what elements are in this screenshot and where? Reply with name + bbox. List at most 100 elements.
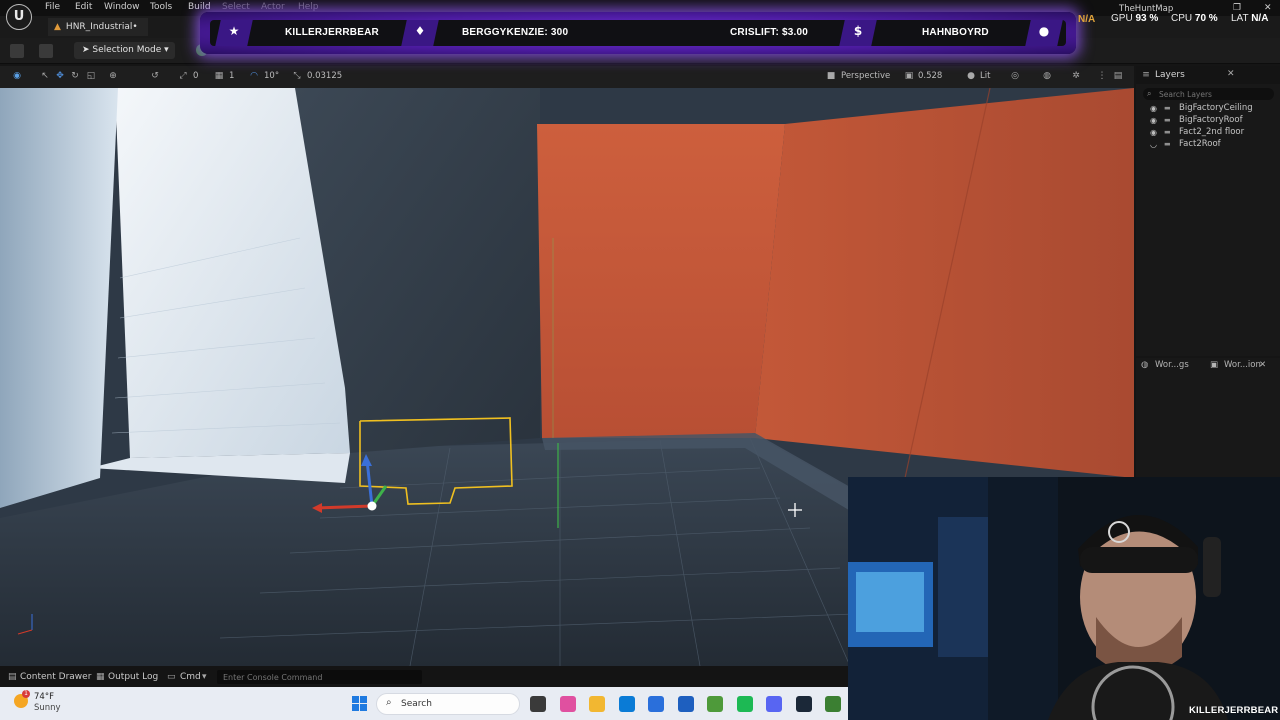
close-window-icon[interactable]: ✕ [1264, 3, 1272, 13]
more-options-icon[interactable]: ⋮ [1097, 71, 1107, 81]
layer-label: BigFactoryRoof [1179, 115, 1243, 125]
unreal-logo-icon[interactable]: U [6, 4, 32, 30]
content-drawer-button[interactable]: Content Drawer [20, 672, 91, 682]
app-icon[interactable] [825, 696, 841, 712]
minecraft-icon[interactable] [707, 696, 723, 712]
angle-snap-value[interactable]: 10° [264, 71, 279, 81]
camera-icon: ■ [826, 71, 836, 81]
settings-gear-icon[interactable]: ✲ [1071, 71, 1081, 81]
surface-snap-icon[interactable]: ↺ [150, 71, 160, 81]
document-tab[interactable]: ▲ HNR_Industrial• [48, 18, 148, 36]
layers-search-box[interactable]: ⌕ [1143, 88, 1274, 100]
view-mode-dropdown[interactable]: Perspective [841, 71, 890, 81]
steam-icon[interactable] [795, 696, 812, 712]
visibility-eye-icon[interactable]: ◉ [1150, 116, 1157, 125]
layer-icon: ▬ [1164, 104, 1171, 112]
grid-size-value[interactable]: 0.03125 [307, 71, 342, 81]
copilot-icon[interactable] [559, 696, 576, 712]
search-icon: ⌕ [386, 697, 392, 708]
close-icon[interactable]: ✕ [1259, 360, 1266, 370]
console-icon: ▭ [167, 672, 176, 682]
camera-speed-value[interactable]: 0.528 [918, 71, 942, 81]
visibility-eye-icon[interactable]: ◉ [1150, 128, 1157, 137]
cmd-dropdown[interactable]: Cmd [180, 672, 201, 682]
menu-tools[interactable]: Tools [150, 2, 172, 12]
world-space-icon[interactable]: ⊕ [108, 71, 118, 81]
hidden-eye-icon[interactable]: ◡ [1150, 140, 1157, 149]
scale-tool-icon[interactable]: ◱ [86, 71, 96, 81]
grid-snap-icon[interactable]: ⤢ [178, 71, 188, 81]
layer-item[interactable]: ◉ ▬ BigFactoryCeiling [1146, 103, 1276, 115]
weather-temperature[interactable]: 74°F [34, 692, 54, 702]
lat-value: N/A [1251, 13, 1269, 24]
layers-title: Layers [1155, 70, 1185, 80]
output-log-button[interactable]: Output Log [108, 672, 158, 682]
layers-icon: ≡ [1142, 70, 1150, 80]
layer-label: Fact2Roof [1179, 139, 1221, 149]
lat-stat: LAT N/A [1231, 13, 1268, 24]
viewport-options-icon[interactable]: ◉ [12, 71, 22, 81]
world-partition-icon: ▣ [1210, 360, 1219, 370]
rotate-tool-icon[interactable]: ↻ [70, 71, 80, 81]
console-command-input[interactable] [217, 670, 422, 684]
menu-edit[interactable]: Edit [75, 2, 92, 12]
show-flags-icon[interactable]: ◎ [1010, 71, 1020, 81]
search-icon: ⌕ [1147, 89, 1152, 98]
dollar-icon: $ [853, 24, 863, 38]
taskbar-search-box[interactable] [376, 693, 520, 715]
chevron-down-icon[interactable]: ▾ [202, 672, 207, 682]
restore-window-icon[interactable]: ❐ [1233, 3, 1241, 13]
star-icon: ★ [228, 24, 240, 38]
select-tool-icon[interactable]: ↖ [40, 71, 50, 81]
banner-top-cheer: BERGGYKENZIE: 300 [462, 27, 569, 38]
output-log-icon: ▦ [96, 672, 105, 682]
layer-icon: ▬ [1164, 140, 1171, 148]
content-browser-icon[interactable] [39, 44, 53, 58]
menu-actor[interactable]: Actor [261, 2, 285, 12]
layer-item[interactable]: ◉ ▬ BigFactoryRoof [1146, 115, 1276, 127]
layer-item[interactable]: ◉ ▬ Fact2_2nd floor [1146, 127, 1276, 139]
realtime-icon[interactable]: ◍ [1042, 71, 1052, 81]
windows-start-icon[interactable] [352, 696, 368, 712]
lat-label: LAT [1231, 13, 1249, 24]
tab-world-partition[interactable]: Wor...ion [1224, 360, 1261, 370]
chevron-down-icon: ▾ [161, 45, 169, 55]
spotify-icon[interactable] [736, 696, 753, 712]
tab-world-settings[interactable]: Wor...gs [1155, 360, 1189, 370]
save-icon[interactable] [10, 44, 24, 58]
stat-left-value: N/A [1078, 14, 1096, 25]
layer-item[interactable]: ◡ ▬ Fact2Roof [1146, 139, 1276, 151]
menu-window[interactable]: Window [104, 2, 140, 12]
lighting-icon: ● [967, 71, 975, 81]
map-name-label: TheHuntMap [1119, 4, 1174, 14]
level-icon: ▲ [54, 22, 61, 32]
task-view-icon[interactable] [530, 696, 546, 712]
discord-icon[interactable] [766, 696, 782, 712]
file-explorer-icon[interactable] [589, 696, 605, 712]
translate-tool-icon[interactable]: ✥ [55, 71, 65, 81]
visibility-eye-icon[interactable]: ◉ [1150, 104, 1157, 113]
grid-size-icon[interactable]: ⤡ [292, 71, 302, 81]
webcam-name-label: KILLERJERRBEAR [1189, 705, 1279, 716]
lighting-mode-dropdown[interactable]: Lit [980, 71, 990, 81]
viewport-toolbar [0, 66, 1134, 88]
console-command-box[interactable] [217, 670, 422, 684]
scale-snap-icon[interactable]: ▦ [214, 71, 224, 81]
layers-search-input[interactable] [1159, 88, 1269, 100]
selection-mode-dropdown[interactable]: ➤ Selection Mode ▾ [74, 42, 175, 59]
menu-build[interactable]: Build [188, 2, 211, 12]
weather-description[interactable]: Sunny [34, 703, 61, 713]
banner-latest-follower: KILLERJERRBEAR [285, 27, 379, 38]
angle-snap-icon[interactable]: ◠ [249, 71, 259, 81]
edge-icon[interactable] [618, 696, 635, 712]
diamond-icon: ♦ [414, 24, 426, 38]
menu-select[interactable]: Select [222, 2, 250, 12]
store-icon[interactable] [648, 696, 664, 712]
menu-file[interactable]: File [45, 2, 60, 12]
layout-icon[interactable]: ▤ [1113, 71, 1123, 81]
outlook-icon[interactable] [677, 696, 694, 712]
scale-snap-value[interactable]: 1 [229, 71, 234, 81]
close-icon[interactable]: ✕ [1227, 69, 1235, 79]
rotate-snap-value[interactable]: 0 [193, 71, 198, 81]
menu-help[interactable]: Help [298, 2, 319, 12]
